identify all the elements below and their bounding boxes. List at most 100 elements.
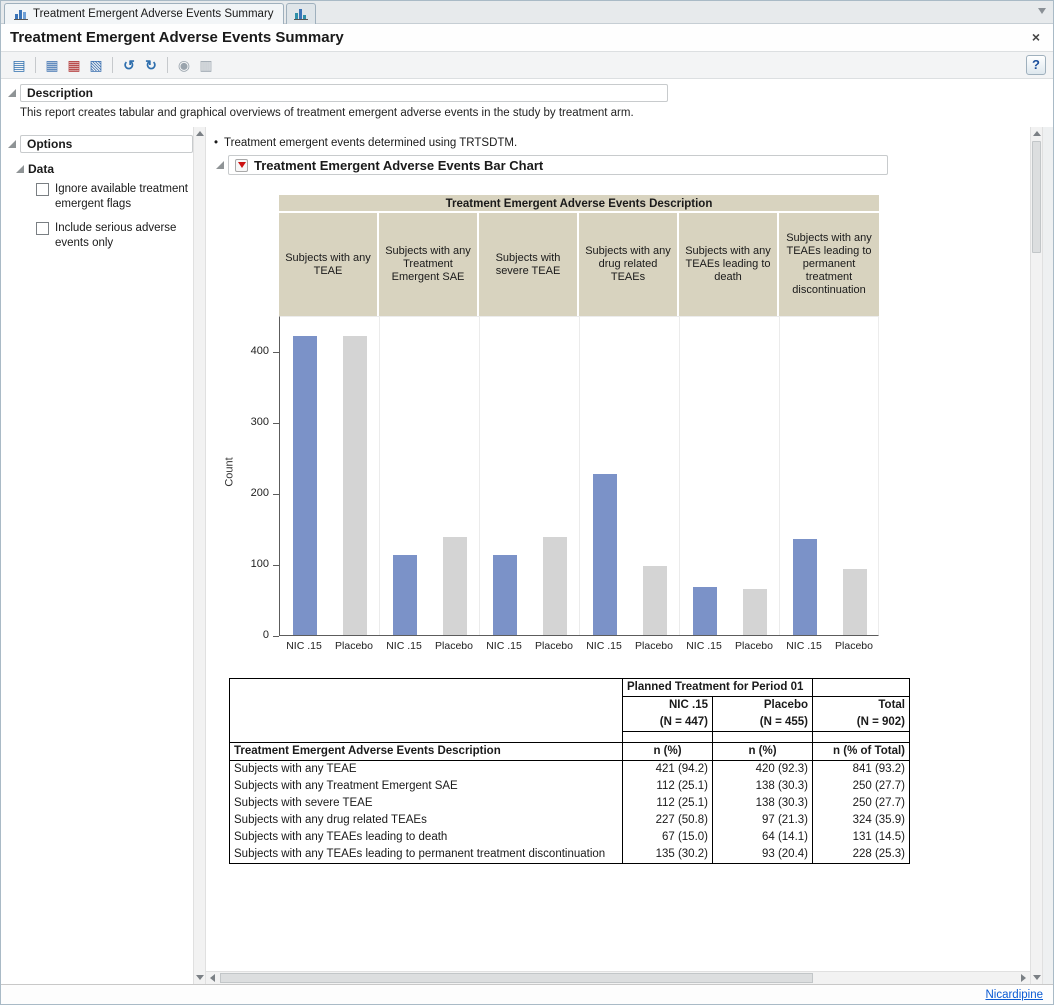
toolbar-separator: [167, 57, 168, 73]
table-group-row: Planned Treatment for Period 01: [230, 679, 910, 697]
report-scrollbar[interactable]: [1030, 127, 1043, 984]
section-title: Treatment Emergent Adverse Events Bar Ch…: [254, 158, 543, 173]
help-button[interactable]: ?: [1026, 55, 1046, 75]
subheader: n (% of Total): [813, 743, 910, 761]
x-tick-label: Placebo: [329, 640, 379, 652]
column-header: Total: [813, 697, 910, 715]
subheader: n (%): [713, 743, 813, 761]
scroll-down-icon[interactable]: [194, 971, 205, 984]
x-tick-label: Placebo: [729, 640, 779, 652]
x-label-group: NIC .15Placebo: [279, 640, 379, 652]
x-label-group: NIC .15Placebo: [679, 640, 779, 652]
x-tick-label: Placebo: [629, 640, 679, 652]
red-triangle-menu-icon[interactable]: [235, 159, 248, 172]
y-tick-mark: [273, 565, 279, 566]
disclosure-icon[interactable]: [8, 140, 16, 148]
red-data-table-icon[interactable]: ▦: [64, 55, 84, 75]
column-n: (N = 447): [623, 714, 713, 732]
horizontal-scrollbar[interactable]: [206, 971, 1030, 984]
x-tick-label: Placebo: [529, 640, 579, 652]
scroll-left-icon[interactable]: [206, 972, 219, 984]
checkbox-item[interactable]: Include serious adverse events only: [36, 221, 193, 251]
table-row: Subjects with any TEAE421 (94.2)420 (92.…: [230, 761, 910, 779]
disclosure-icon[interactable]: [216, 161, 224, 169]
web-report-icon[interactable]: ◉: [174, 55, 194, 75]
chart-column-header: Subjects with severe TEAE: [479, 213, 579, 316]
toolbar-separator: [35, 57, 36, 73]
y-tick-label: 0: [233, 629, 269, 641]
row-label: Subjects with any TEAEs leading to perma…: [230, 846, 623, 864]
journal-icon[interactable]: ▤: [9, 55, 29, 75]
bar-nic-15: [493, 555, 517, 635]
y-tick-mark: [273, 494, 279, 495]
row-label: Subjects with any Treatment Emergent SAE: [230, 778, 623, 795]
tab-teae-summary[interactable]: Treatment Emergent Adverse Events Summar…: [4, 3, 284, 24]
page-title: Treatment Emergent Adverse Events Summar…: [10, 29, 344, 46]
bar-nic-15: [693, 587, 717, 635]
row-label: Subjects with severe TEAE: [230, 795, 623, 812]
rerun-script-icon[interactable]: ↺: [119, 55, 139, 75]
vertical-scroll-thumb[interactable]: [1032, 141, 1041, 253]
y-tick-label: 300: [233, 416, 269, 428]
new-data-table-icon[interactable]: ▦: [42, 55, 62, 75]
row-label: Subjects with any TEAE: [230, 761, 623, 779]
tab-chart[interactable]: [286, 3, 316, 24]
options-header[interactable]: Options: [20, 135, 193, 153]
toolbar-icons: ▤▦▦▧↺↻◉▥: [8, 55, 217, 75]
chart-column-header: Subjects with any TEAEs leading to death: [679, 213, 779, 316]
chart-column-header: Subjects with any drug related TEAEs: [579, 213, 679, 316]
disclosure-icon[interactable]: [16, 165, 24, 173]
column-n: (N = 902): [813, 714, 910, 732]
x-tick-label: NIC .15: [579, 640, 629, 652]
relaunch-script-icon[interactable]: ↻: [141, 55, 161, 75]
horizontal-scroll-thumb[interactable]: [220, 973, 813, 983]
tab-list-dropdown-icon[interactable]: [1038, 8, 1046, 14]
tab-bar: Treatment Emergent Adverse Events Summar…: [1, 1, 1053, 24]
scroll-up-icon[interactable]: [194, 127, 205, 140]
bullet-icon: •: [214, 137, 218, 149]
transfer-data-table-icon[interactable]: ▧: [86, 55, 106, 75]
options-panel: Options Data Ignore available treatment …: [1, 127, 193, 984]
cell-value: 93 (20.4): [713, 846, 813, 864]
graph-icon[interactable]: ▥: [196, 55, 216, 75]
bar-placebo: [343, 336, 367, 635]
checkbox-list: Ignore available treatment emergent flag…: [8, 182, 193, 251]
checkbox-label: Ignore available treatment emergent flag…: [55, 182, 193, 212]
bar-nic-15: [393, 555, 417, 635]
cell-value: 138 (30.3): [713, 795, 813, 812]
row-group-header: Treatment Emergent Adverse Events Descri…: [230, 743, 623, 761]
subheader: n (%): [623, 743, 713, 761]
y-tick-label: 400: [233, 345, 269, 357]
study-link[interactable]: Nicardipine: [985, 989, 1043, 1001]
chart-column: [680, 317, 780, 635]
row-label: Subjects with any TEAEs leading to death: [230, 829, 623, 846]
y-tick-label: 100: [233, 558, 269, 570]
checkbox[interactable]: [36, 183, 49, 196]
options-scrollbar[interactable]: [193, 127, 206, 984]
chart-column: [780, 317, 880, 635]
row-label: Subjects with any drug related TEAEs: [230, 812, 623, 829]
bar-chart: Treatment Emergent Adverse Events Descri…: [279, 195, 880, 652]
x-tick-label: Placebo: [829, 640, 879, 652]
chart-column-header: Subjects with any TEAE: [279, 213, 379, 316]
cell-value: 112 (25.1): [623, 778, 713, 795]
checkbox[interactable]: [36, 222, 49, 235]
checkbox-item[interactable]: Ignore available treatment emergent flag…: [36, 182, 193, 212]
table-group-header: Planned Treatment for Period 01: [623, 679, 813, 697]
table-group-spacer: [813, 679, 910, 697]
description-header[interactable]: Description: [20, 84, 668, 102]
x-labels: NIC .15PlaceboNIC .15PlaceboNIC .15Place…: [279, 640, 879, 652]
x-tick-label: NIC .15: [479, 640, 529, 652]
bar-placebo: [643, 566, 667, 635]
scroll-down-icon[interactable]: [1031, 971, 1042, 984]
scroll-up-icon[interactable]: [1031, 127, 1042, 140]
scroll-right-icon[interactable]: [1017, 972, 1030, 984]
title-bar: Treatment Emergent Adverse Events Summar…: [1, 24, 1053, 51]
bar-chart-section-header[interactable]: Treatment Emergent Adverse Events Bar Ch…: [228, 155, 888, 175]
x-tick-label: Placebo: [429, 640, 479, 652]
disclosure-icon[interactable]: [8, 89, 16, 97]
bar-chart-icon: [294, 8, 308, 20]
x-tick-label: NIC .15: [679, 640, 729, 652]
close-icon[interactable]: ×: [1028, 30, 1044, 46]
bar-chart-plot: [279, 316, 879, 636]
